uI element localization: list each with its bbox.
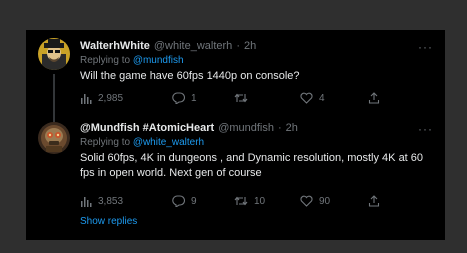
replying-to: Replying to @white_walterh [80,137,437,148]
replying-mention-link[interactable]: @white_walterh [133,137,204,148]
retweet-button[interactable]: 10 [234,195,300,207]
tweet-mundfish[interactable]: @Mundfish #AtomicHeart @mundfish · 2h Re… [26,118,445,222]
display-name[interactable]: @Mundfish #AtomicHeart [80,122,214,134]
thread-connector-line [53,74,55,122]
comment-icon [172,92,185,104]
views-count: 2,985 [98,92,124,104]
replying-label: Replying to [80,55,131,66]
tweet-header: WalterhWhite @white_walterh · 2h [80,40,437,52]
reply-button[interactable]: 1 [172,92,234,104]
views-button[interactable]: 2,985 [80,92,172,104]
heart-icon [300,195,313,207]
comment-icon [172,195,185,207]
timestamp[interactable]: 2h [244,40,256,52]
retweet-count: 10 [254,195,266,207]
views-button[interactable]: 3,853 [80,195,172,207]
more-options-button[interactable]: ··· [418,122,433,136]
heart-icon [300,92,313,104]
like-count: 4 [319,92,325,104]
avatar-walterhwhite[interactable] [38,38,70,70]
tweet-walterhwhite[interactable]: WalterhWhite @white_walterh · 2h Replyin… [26,30,445,122]
retweet-button[interactable] [234,92,300,104]
user-handle[interactable]: @mundfish [218,122,274,134]
reply-count: 9 [191,195,197,207]
separator-dot: · [278,122,282,134]
share-icon [368,92,380,104]
retweet-icon [234,92,248,104]
tweet-actions: 3,853 9 10 90 [80,195,380,207]
share-button[interactable] [368,195,380,207]
replying-mention-link[interactable]: @mundfish [133,55,184,66]
user-handle[interactable]: @white_walterh [154,40,232,52]
avatar-mundfish[interactable] [38,122,70,154]
retweet-icon [234,195,248,207]
tweet-header: @Mundfish #AtomicHeart @mundfish · 2h [80,122,437,134]
replying-label: Replying to [80,137,131,148]
bar-chart-icon [80,92,92,104]
separator-dot: · [236,40,240,52]
tweet-text: Solid 60fps, 4K in dungeons , and Dynami… [80,152,424,179]
show-replies-link[interactable]: Show replies [80,216,137,227]
tweet-thread-card: WalterhWhite @white_walterh · 2h Replyin… [26,30,445,240]
reply-count: 1 [191,92,197,104]
bar-chart-icon [80,195,92,207]
reply-button[interactable]: 9 [172,195,234,207]
share-button[interactable] [368,92,380,104]
views-count: 3,853 [98,195,124,207]
like-button[interactable]: 90 [300,195,368,207]
like-count: 90 [319,195,331,207]
like-button[interactable]: 4 [300,92,368,104]
more-options-button[interactable]: ··· [418,40,433,54]
tweet-text: Will the game have 60fps 1440p on consol… [80,70,300,82]
tweet-actions: 2,985 1 4 [80,92,380,104]
share-icon [368,195,380,207]
timestamp[interactable]: 2h [286,122,298,134]
replying-to: Replying to @mundfish [80,55,437,66]
display-name[interactable]: WalterhWhite [80,40,150,52]
